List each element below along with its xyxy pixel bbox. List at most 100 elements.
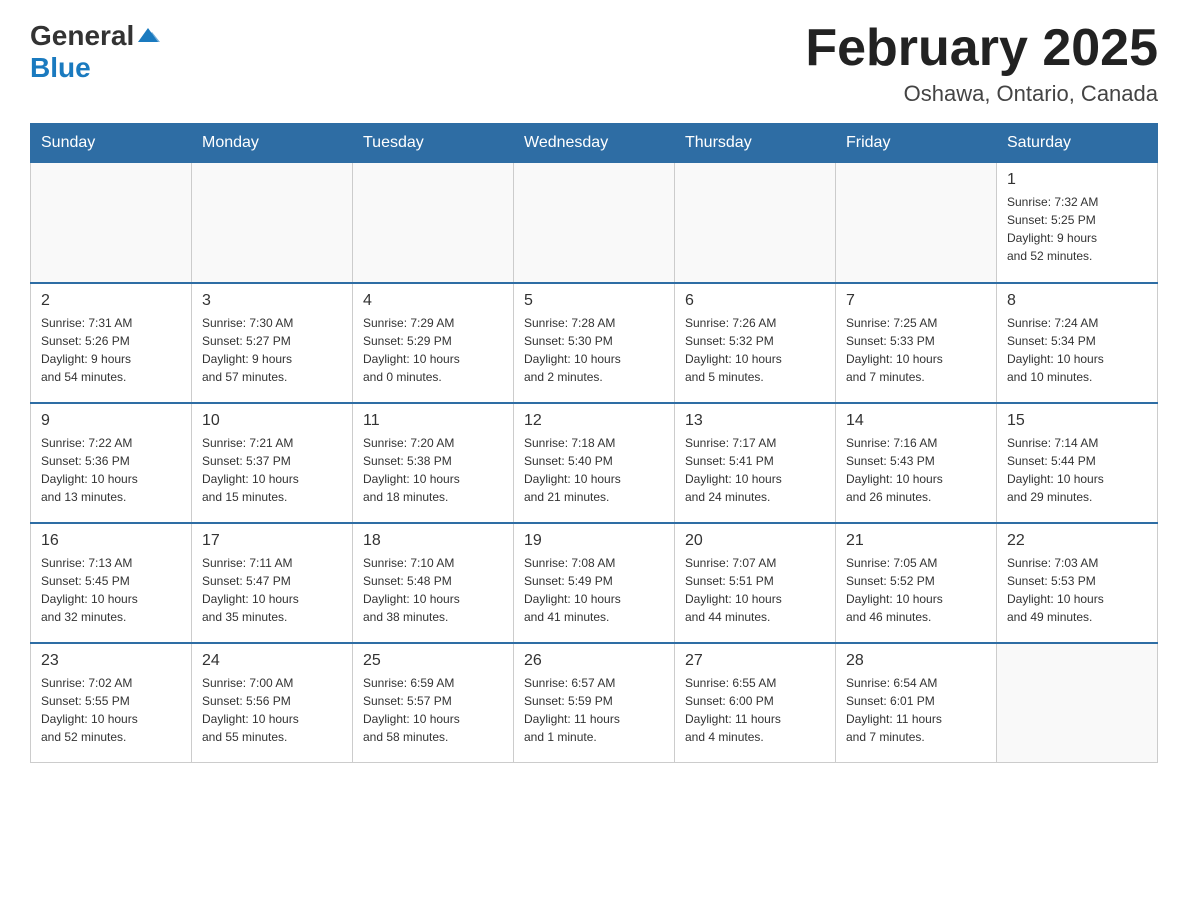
day-info: Sunrise: 6:57 AMSunset: 5:59 PMDaylight:… [524, 674, 664, 746]
calendar-cell: 21 Sunrise: 7:05 AMSunset: 5:52 PMDayligh… [836, 523, 997, 643]
calendar-cell: 20Sunrise: 7:07 AMSunset: 5:51 PMDayligh… [675, 523, 836, 643]
calendar-cell: 2 Sunrise: 7:31 AMSunset: 5:26 PMDaylight… [31, 283, 192, 403]
day-info: Sunrise: 7:07 AMSunset: 5:51 PMDaylight:… [685, 554, 825, 626]
calendar-cell: 9 Sunrise: 7:22 AMSunset: 5:36 PMDaylight… [31, 403, 192, 523]
day-number: 24 [202, 652, 342, 670]
day-info: Sunrise: 7:05 AMSunset: 5:52 PMDaylight:… [846, 554, 986, 626]
calendar-cell: 10 Sunrise: 7:21 AMSunset: 5:37 PMDayligh… [192, 403, 353, 523]
day-number: 18 [363, 532, 503, 550]
day-info: Sunrise: 7:02 AMSunset: 5:55 PMDaylight:… [41, 674, 181, 746]
weekday-header-thursday: Thursday [675, 124, 836, 163]
calendar-cell: 25Sunrise: 6:59 AMSunset: 5:57 PMDayligh… [353, 643, 514, 763]
weekday-header-saturday: Saturday [997, 124, 1158, 163]
day-info: Sunrise: 7:26 AMSunset: 5:32 PMDaylight:… [685, 314, 825, 386]
day-number: 27 [685, 652, 825, 670]
day-number: 4 [363, 292, 503, 310]
page-header: General Blue February 2025 Oshawa, Ontar… [30, 20, 1158, 107]
calendar-cell: 13 Sunrise: 7:17 AMSunset: 5:41 PMDayligh… [675, 403, 836, 523]
weekday-header-friday: Friday [836, 124, 997, 163]
calendar-cell [514, 163, 675, 283]
day-info: Sunrise: 7:14 AMSunset: 5:44 PMDaylight:… [1007, 434, 1147, 506]
day-info: Sunrise: 7:08 AMSunset: 5:49 PMDaylight:… [524, 554, 664, 626]
day-info: Sunrise: 6:59 AMSunset: 5:57 PMDaylight:… [363, 674, 503, 746]
day-number: 15 [1007, 412, 1147, 430]
day-number: 14 [846, 412, 986, 430]
calendar-cell: 17 Sunrise: 7:11 AMSunset: 5:47 PMDayligh… [192, 523, 353, 643]
day-number: 5 [524, 292, 664, 310]
calendar-week-row: 1Sunrise: 7:32 AMSunset: 5:25 PMDaylight… [31, 163, 1158, 283]
day-number: 13 [685, 412, 825, 430]
day-info: Sunrise: 7:18 AMSunset: 5:40 PMDaylight:… [524, 434, 664, 506]
calendar-cell: 5 Sunrise: 7:28 AMSunset: 5:30 PMDaylight… [514, 283, 675, 403]
calendar-cell: 28 Sunrise: 6:54 AMSunset: 6:01 PMDayligh… [836, 643, 997, 763]
day-number: 12 [524, 412, 664, 430]
calendar-cell: 26 Sunrise: 6:57 AMSunset: 5:59 PMDayligh… [514, 643, 675, 763]
day-info: Sunrise: 7:31 AMSunset: 5:26 PMDaylight:… [41, 314, 181, 386]
day-info: Sunrise: 7:17 AMSunset: 5:41 PMDaylight:… [685, 434, 825, 506]
calendar-cell: 22Sunrise: 7:03 AMSunset: 5:53 PMDayligh… [997, 523, 1158, 643]
day-number: 3 [202, 292, 342, 310]
day-number: 2 [41, 292, 181, 310]
calendar-cell: 12 Sunrise: 7:18 AMSunset: 5:40 PMDayligh… [514, 403, 675, 523]
calendar-cell [353, 163, 514, 283]
calendar-cell: 8 Sunrise: 7:24 AMSunset: 5:34 PMDaylight… [997, 283, 1158, 403]
calendar-cell: 27 Sunrise: 6:55 AMSunset: 6:00 PMDayligh… [675, 643, 836, 763]
day-number: 10 [202, 412, 342, 430]
logo: General Blue [30, 20, 160, 84]
day-number: 26 [524, 652, 664, 670]
calendar-cell: 4 Sunrise: 7:29 AMSunset: 5:29 PMDaylight… [353, 283, 514, 403]
weekday-header-row: SundayMondayTuesdayWednesdayThursdayFrid… [31, 124, 1158, 163]
calendar-cell: 1Sunrise: 7:32 AMSunset: 5:25 PMDaylight… [997, 163, 1158, 283]
day-number: 28 [846, 652, 986, 670]
day-info: Sunrise: 7:20 AMSunset: 5:38 PMDaylight:… [363, 434, 503, 506]
calendar-cell [836, 163, 997, 283]
day-info: Sunrise: 6:55 AMSunset: 6:00 PMDaylight:… [685, 674, 825, 746]
day-number: 8 [1007, 292, 1147, 310]
day-number: 9 [41, 412, 181, 430]
calendar-cell: 24 Sunrise: 7:00 AMSunset: 5:56 PMDayligh… [192, 643, 353, 763]
day-number: 11 [363, 412, 503, 430]
calendar-subtitle: Oshawa, Ontario, Canada [805, 81, 1158, 107]
day-number: 17 [202, 532, 342, 550]
title-area: February 2025 Oshawa, Ontario, Canada [805, 20, 1158, 107]
calendar-week-row: 2 Sunrise: 7:31 AMSunset: 5:26 PMDaylight… [31, 283, 1158, 403]
calendar-cell [192, 163, 353, 283]
calendar-cell: 18 Sunrise: 7:10 AMSunset: 5:48 PMDayligh… [353, 523, 514, 643]
calendar-cell [31, 163, 192, 283]
day-info: Sunrise: 7:25 AMSunset: 5:33 PMDaylight:… [846, 314, 986, 386]
day-info: Sunrise: 7:22 AMSunset: 5:36 PMDaylight:… [41, 434, 181, 506]
day-info: Sunrise: 7:16 AMSunset: 5:43 PMDaylight:… [846, 434, 986, 506]
weekday-header-monday: Monday [192, 124, 353, 163]
weekday-header-sunday: Sunday [31, 124, 192, 163]
day-info: Sunrise: 7:11 AMSunset: 5:47 PMDaylight:… [202, 554, 342, 626]
day-info: Sunrise: 7:13 AMSunset: 5:45 PMDaylight:… [41, 554, 181, 626]
day-info: Sunrise: 7:28 AMSunset: 5:30 PMDaylight:… [524, 314, 664, 386]
weekday-header-tuesday: Tuesday [353, 124, 514, 163]
day-number: 23 [41, 652, 181, 670]
calendar-cell: 19Sunrise: 7:08 AMSunset: 5:49 PMDayligh… [514, 523, 675, 643]
day-info: Sunrise: 7:21 AMSunset: 5:37 PMDaylight:… [202, 434, 342, 506]
day-info: Sunrise: 7:03 AMSunset: 5:53 PMDaylight:… [1007, 554, 1147, 626]
calendar-cell: 16 Sunrise: 7:13 AMSunset: 5:45 PMDayligh… [31, 523, 192, 643]
day-info: Sunrise: 7:24 AMSunset: 5:34 PMDaylight:… [1007, 314, 1147, 386]
day-number: 16 [41, 532, 181, 550]
day-number: 7 [846, 292, 986, 310]
calendar-cell: 15 Sunrise: 7:14 AMSunset: 5:44 PMDayligh… [997, 403, 1158, 523]
day-info: Sunrise: 7:29 AMSunset: 5:29 PMDaylight:… [363, 314, 503, 386]
day-info: Sunrise: 7:32 AMSunset: 5:25 PMDaylight:… [1007, 193, 1147, 265]
calendar-cell: 23 Sunrise: 7:02 AMSunset: 5:55 PMDayligh… [31, 643, 192, 763]
calendar-cell [997, 643, 1158, 763]
calendar-table: SundayMondayTuesdayWednesdayThursdayFrid… [30, 123, 1158, 763]
logo-icon [136, 24, 160, 48]
calendar-week-row: 16 Sunrise: 7:13 AMSunset: 5:45 PMDayligh… [31, 523, 1158, 643]
day-number: 21 [846, 532, 986, 550]
calendar-cell: 6 Sunrise: 7:26 AMSunset: 5:32 PMDaylight… [675, 283, 836, 403]
day-info: Sunrise: 7:00 AMSunset: 5:56 PMDaylight:… [202, 674, 342, 746]
calendar-cell: 14 Sunrise: 7:16 AMSunset: 5:43 PMDayligh… [836, 403, 997, 523]
day-info: Sunrise: 7:10 AMSunset: 5:48 PMDaylight:… [363, 554, 503, 626]
day-number: 6 [685, 292, 825, 310]
calendar-week-row: 9 Sunrise: 7:22 AMSunset: 5:36 PMDaylight… [31, 403, 1158, 523]
day-info: Sunrise: 6:54 AMSunset: 6:01 PMDaylight:… [846, 674, 986, 746]
day-info: Sunrise: 7:30 AMSunset: 5:27 PMDaylight:… [202, 314, 342, 386]
calendar-cell [675, 163, 836, 283]
